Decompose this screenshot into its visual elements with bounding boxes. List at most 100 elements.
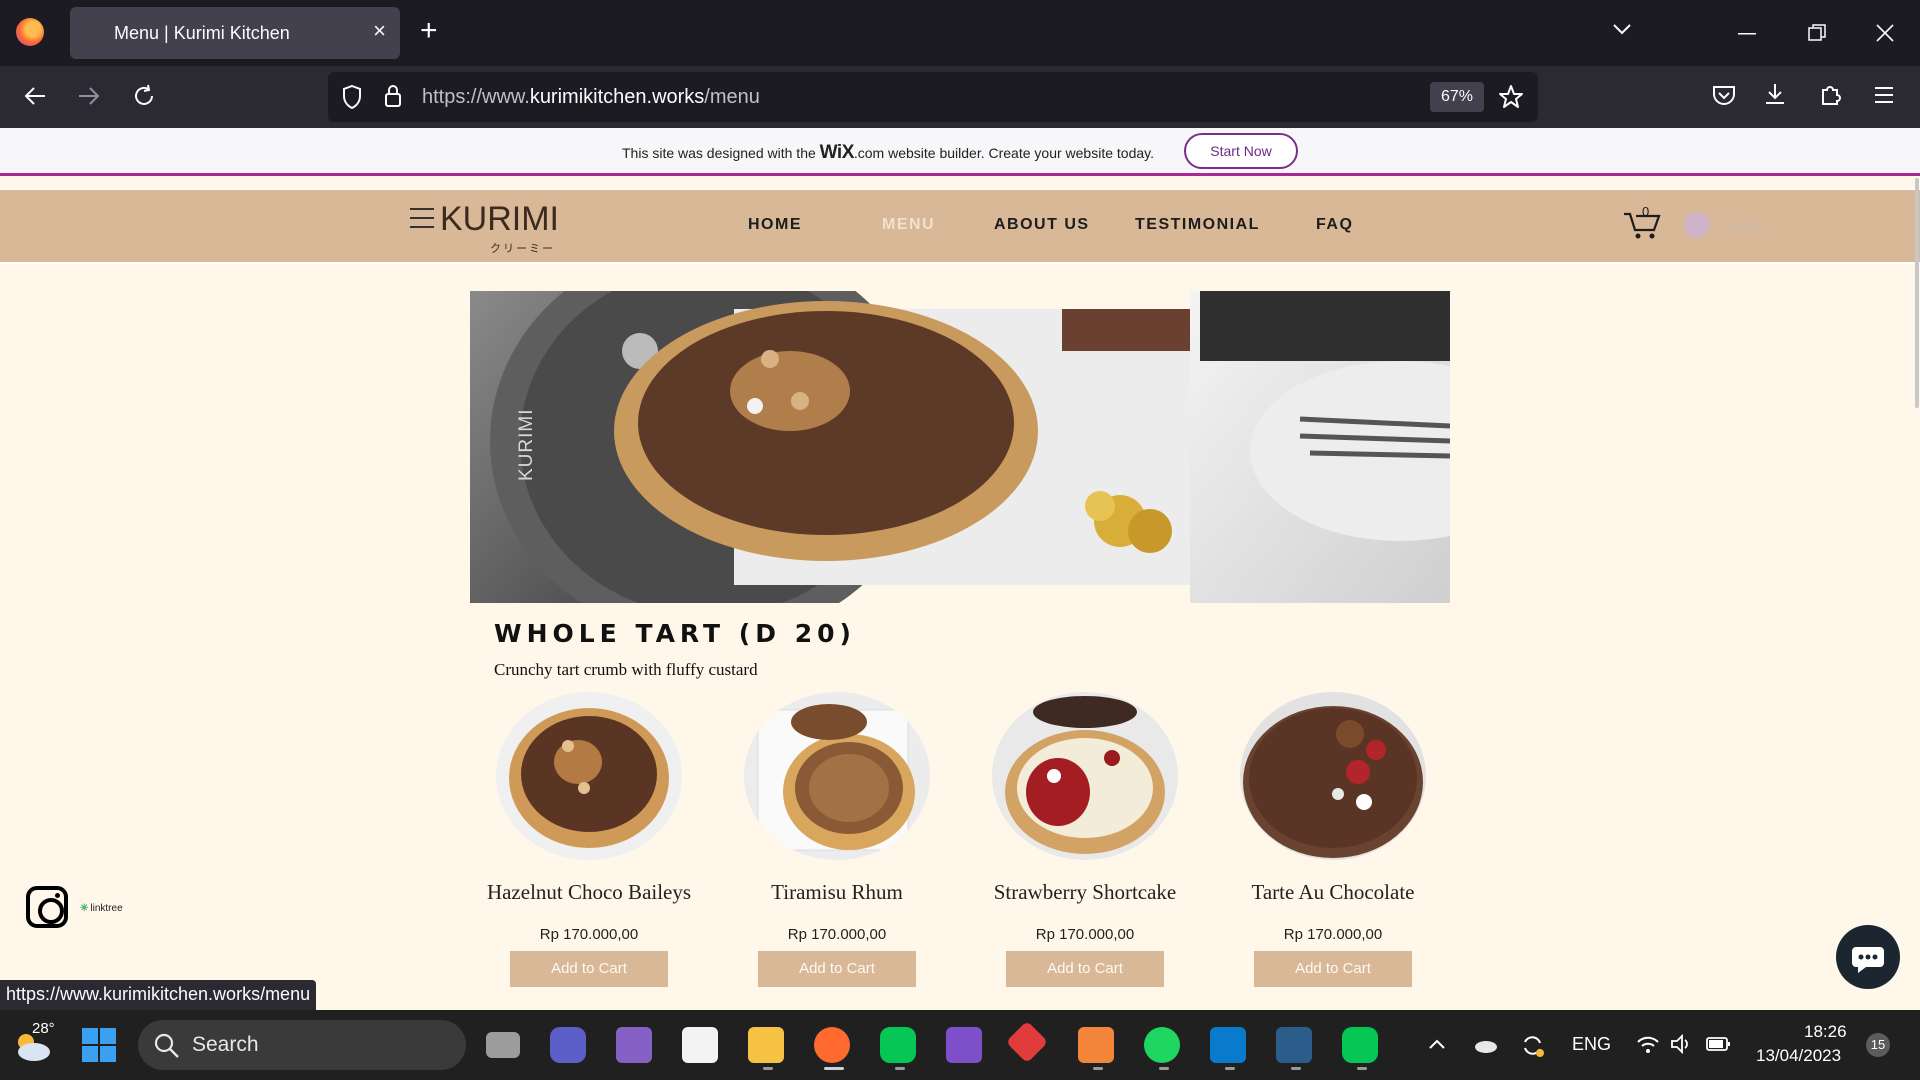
microsoft-store-icon[interactable] — [682, 1027, 718, 1063]
product-image[interactable] — [1240, 692, 1426, 860]
wix-banner-text: This site was designed with the WiX.com … — [622, 142, 1154, 164]
menu-icon[interactable] — [1874, 86, 1894, 104]
tracking-protection-icon[interactable] — [342, 85, 362, 109]
linktree-icon: ✳ — [80, 903, 89, 914]
web-page: This site was designed with the WiX.com … — [0, 128, 1920, 1010]
firefox-taskbar-icon[interactable] — [814, 1027, 850, 1063]
language-indicator[interactable]: ENG — [1572, 1034, 1611, 1055]
running-indicator — [1225, 1067, 1235, 1070]
running-indicator — [1093, 1067, 1103, 1070]
zoom-level[interactable]: 67% — [1430, 82, 1484, 112]
hero-watermark: KURIMI — [516, 408, 537, 482]
lock-icon[interactable] — [384, 84, 402, 108]
vscode-icon[interactable] — [1210, 1027, 1246, 1063]
firefox-icon[interactable] — [16, 18, 44, 46]
wix-banner: This site was designed with the WiX.com … — [0, 128, 1920, 176]
nav-testimonial[interactable]: TESTIMONIAL — [1135, 216, 1260, 234]
nav-faq[interactable]: FAQ — [1316, 216, 1353, 234]
product-price: Rp 170.000,00 — [539, 926, 639, 943]
nav-home[interactable]: HOME — [748, 216, 802, 234]
nav-menu[interactable]: MENU — [882, 216, 935, 234]
task-view-icon[interactable] — [486, 1032, 520, 1058]
clock-date[interactable]: 13/04/2023 — [1756, 1046, 1841, 1066]
url-bar[interactable]: https://www.kurimikitchen.works/menu 67% — [328, 72, 1538, 122]
add-to-cart-button[interactable]: Add to Cart — [1006, 951, 1164, 987]
back-icon[interactable] — [24, 86, 46, 106]
visual-studio-icon[interactable] — [616, 1027, 652, 1063]
product-name[interactable]: Strawberry Shortcake — [960, 880, 1210, 905]
git-icon[interactable] — [1005, 1020, 1049, 1064]
forward-icon[interactable] — [78, 86, 100, 106]
browser-tab[interactable]: Menu | Kurimi Kitchen × — [70, 7, 400, 59]
cart-icon[interactable]: 0 — [1622, 204, 1661, 242]
product-image[interactable] — [744, 692, 930, 860]
product-image[interactable] — [992, 692, 1178, 860]
running-indicator — [1291, 1067, 1301, 1070]
product-card: Tiramisu Rhum Rp 170.000,00 Add to Cart — [712, 692, 962, 992]
product-price: Rp 170.000,00 — [787, 926, 887, 943]
product-image[interactable] — [496, 692, 682, 860]
close-window-icon[interactable] — [1876, 24, 1894, 42]
page-scrollbar[interactable] — [1915, 178, 1919, 408]
active-indicator — [824, 1067, 844, 1070]
pocket-icon[interactable] — [1712, 84, 1736, 106]
teams-chat-icon[interactable] — [550, 1027, 586, 1063]
site-header: KURIMI クリーミー HOME MENU ABOUT US TESTIMON… — [0, 188, 1920, 264]
running-indicator — [1357, 1067, 1367, 1070]
line-2-icon[interactable] — [1342, 1027, 1378, 1063]
visual-studio-2-icon[interactable] — [946, 1027, 982, 1063]
chat-bubble-icon — [1852, 947, 1884, 973]
product-name[interactable]: Hazelnut Choco Baileys — [464, 880, 714, 905]
new-tab-button[interactable]: + — [420, 14, 438, 48]
volume-icon[interactable] — [1670, 1034, 1694, 1054]
product-price: Rp 170.000,00 — [1035, 926, 1135, 943]
taskbar-search[interactable]: Search — [138, 1020, 466, 1070]
product-name[interactable]: Tiramisu Rhum — [712, 880, 962, 905]
chevron-up-icon[interactable] — [1428, 1038, 1446, 1050]
downloads-icon[interactable] — [1764, 82, 1786, 106]
add-to-cart-button[interactable]: Add to Cart — [758, 951, 916, 987]
notification-badge[interactable]: 15 — [1866, 1033, 1890, 1057]
product-name[interactable]: Tarte Au Chocolate — [1208, 880, 1458, 905]
extensions-icon[interactable] — [1818, 82, 1842, 106]
chat-button[interactable] — [1836, 925, 1900, 989]
brand-logo[interactable]: KURIMI — [440, 200, 559, 239]
tab-title: Menu | Kurimi Kitchen — [114, 23, 290, 43]
linktree-link[interactable]: ✳ linktree — [80, 903, 123, 914]
mysql-workbench-icon[interactable] — [1276, 1027, 1312, 1063]
hero-image: KURIMI — [470, 291, 1450, 603]
file-explorer-icon[interactable] — [748, 1027, 784, 1063]
xampp-icon[interactable] — [1078, 1027, 1114, 1063]
hamburger-menu-icon[interactable] — [410, 208, 434, 228]
wix-logo-suffix: .com — [853, 145, 885, 161]
instagram-icon[interactable] — [26, 886, 68, 928]
nav-about-us[interactable]: ABOUT US — [994, 216, 1090, 234]
line-icon[interactable] — [880, 1027, 916, 1063]
minimize-icon[interactable] — [1738, 32, 1756, 36]
reload-icon[interactable] — [132, 84, 156, 108]
wix-text-after: website builder. Create your website tod… — [888, 145, 1154, 161]
close-tab-icon[interactable]: × — [373, 19, 386, 43]
wifi-icon[interactable] — [1636, 1034, 1660, 1054]
battery-icon[interactable] — [1706, 1036, 1732, 1052]
list-all-tabs-icon[interactable] — [1612, 22, 1632, 36]
weather-temperature[interactable]: 28° — [32, 1020, 55, 1037]
clock-time[interactable]: 18:26 — [1804, 1022, 1847, 1042]
browser-tab-bar: Menu | Kurimi Kitchen × + — [0, 0, 1920, 66]
start-icon[interactable] — [82, 1028, 116, 1062]
url-domain: kurimikitchen.works — [529, 86, 705, 108]
product-card: Hazelnut Choco Baileys Rp 170.000,00 Add… — [464, 692, 714, 992]
onedrive-icon[interactable] — [1472, 1036, 1498, 1054]
start-now-button[interactable]: Start Now — [1184, 133, 1298, 169]
spotify-icon[interactable] — [1144, 1027, 1180, 1063]
search-label: Search — [192, 1033, 259, 1056]
login-label: Log In — [1724, 217, 1763, 233]
bookmark-star-icon[interactable] — [1498, 84, 1524, 110]
restore-icon[interactable] — [1808, 24, 1826, 42]
search-icon — [154, 1033, 179, 1058]
add-to-cart-button[interactable]: Add to Cart — [510, 951, 668, 987]
browser-nav-bar: https://www.kurimikitchen.works/menu 67% — [0, 66, 1920, 128]
add-to-cart-button[interactable]: Add to Cart — [1254, 951, 1412, 987]
sync-icon[interactable] — [1520, 1033, 1546, 1057]
url-text[interactable]: https://www.kurimikitchen.works/menu — [422, 86, 760, 109]
